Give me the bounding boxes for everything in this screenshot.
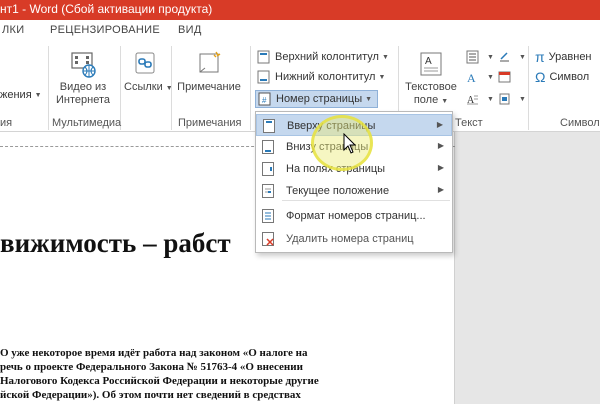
group-label-text: Текст xyxy=(455,117,483,129)
online-video-label-1: Видео из xyxy=(59,81,107,93)
chevron-down-icon: ▼ xyxy=(441,98,449,105)
quick-parts-icon xyxy=(466,50,479,64)
comment-icon xyxy=(199,51,221,73)
header-icon xyxy=(257,50,270,64)
comment-label: Примечание xyxy=(177,81,241,93)
textbox-label-2: поле xyxy=(413,94,439,106)
tab-view[interactable]: ВИД xyxy=(178,24,202,36)
chevron-down-icon: ▼ xyxy=(519,53,526,61)
links-label: Ссылки xyxy=(124,81,163,93)
page-top-icon xyxy=(263,119,275,133)
online-video-button[interactable]: Видео из Интернета xyxy=(52,50,114,107)
calendar-icon xyxy=(498,71,511,83)
ribbon-tabs: ЛКИ РЕЦЕНЗИРОВАНИЕ ВИД xyxy=(0,20,600,42)
symbol-label: Символ xyxy=(549,71,590,83)
page-margin-icon xyxy=(262,162,274,176)
group-label-symbols: Символ xyxy=(560,117,600,129)
chevron-down-icon: ▼ xyxy=(34,91,42,99)
signature-button[interactable]: ▼ xyxy=(498,48,526,66)
links-button[interactable]: Ссылки ▼ xyxy=(124,50,173,95)
group-divider xyxy=(48,46,49,130)
menu-item-format-page-numbers[interactable]: Формат номеров страниц... xyxy=(256,205,452,227)
mouse-pointer-icon xyxy=(343,133,357,154)
submenu-arrow-icon: ▶ xyxy=(437,141,444,150)
drop-cap-button[interactable]: A ▼ xyxy=(466,90,494,108)
body-line: йской Федерации»). Об этом почти нет све… xyxy=(0,389,301,401)
footer-label: Нижний колонтитул xyxy=(275,71,376,83)
date-time-button[interactable] xyxy=(498,68,516,86)
submenu-arrow-icon: ▶ xyxy=(437,185,444,194)
tab-links[interactable]: ЛКИ xyxy=(2,24,24,36)
wordart-icon: A xyxy=(467,71,476,84)
menu-item-remove-page-numbers[interactable]: Удалить номера страниц xyxy=(256,228,452,250)
textbox-label-1: Текстовое xyxy=(405,81,457,93)
cursor-highlight xyxy=(311,115,373,171)
delete-icon xyxy=(262,232,274,246)
document-body: О уже некоторое время идёт работа над за… xyxy=(0,346,455,402)
wordart-button[interactable]: A ▼ xyxy=(466,68,494,86)
link-icon xyxy=(135,52,155,74)
footer-button[interactable]: Нижний колонтитул ▼ xyxy=(257,68,385,86)
page-number-label: Номер страницы xyxy=(276,93,363,105)
tab-review[interactable]: РЕЦЕНЗИРОВАНИЕ xyxy=(50,24,160,36)
group-divider xyxy=(528,46,529,130)
document-heading: вижимость – рабст xyxy=(0,228,231,258)
submenu-arrow-icon: ▶ xyxy=(436,120,443,129)
object-icon xyxy=(499,93,510,105)
chevron-down-icon: ▼ xyxy=(365,95,373,103)
group-label-multimedia: Мультимедиа xyxy=(52,117,122,129)
signature-icon xyxy=(500,52,509,62)
menu-item-label: Формат номеров страниц... xyxy=(286,210,426,222)
omega-icon: Ω xyxy=(535,69,546,85)
chevron-down-icon: ▼ xyxy=(487,73,494,81)
format-icon xyxy=(262,209,274,223)
menu-item-label: Удалить номера страниц xyxy=(286,233,414,245)
page-bottom-icon xyxy=(262,140,274,154)
footer-icon xyxy=(257,70,270,84)
comment-button[interactable]: Примечание xyxy=(174,50,244,94)
object-button[interactable]: ▼ xyxy=(498,90,526,108)
chevron-down-icon: ▼ xyxy=(519,95,526,103)
header-label: Верхний колонтитул xyxy=(275,51,379,63)
partial-left-label: жения xyxy=(0,89,32,101)
quick-parts-button[interactable]: ▼ xyxy=(466,48,494,66)
window-title: нт1 - Word (Сбой активации продукта) xyxy=(0,2,213,16)
header-button[interactable]: Верхний колонтитул ▼ xyxy=(257,48,389,66)
body-line: Налогового Кодекса Российской Федерации … xyxy=(0,375,319,387)
pi-icon: π xyxy=(535,49,545,65)
group-divider xyxy=(171,46,172,130)
body-line: речь о проекте Федерального Закона № 517… xyxy=(0,361,303,373)
textbox-icon: A xyxy=(420,52,442,76)
video-icon xyxy=(71,52,96,78)
equation-label: Уравнен xyxy=(548,51,592,63)
symbol-button[interactable]: Ω Символ xyxy=(535,68,589,86)
chevron-down-icon: ▼ xyxy=(487,95,494,103)
equation-button[interactable]: π Уравнен xyxy=(535,48,592,66)
body-line: О уже некоторое время идёт работа над за… xyxy=(0,347,308,359)
svg-text:A: A xyxy=(467,71,476,84)
svg-text:#: # xyxy=(262,96,267,105)
menu-separator xyxy=(282,200,450,201)
page-number-button[interactable]: # Номер страницы ▼ xyxy=(255,90,379,108)
chevron-down-icon: ▼ xyxy=(378,73,386,81)
drop-cap-icon: A xyxy=(467,95,478,106)
current-position-icon xyxy=(262,184,274,198)
textbox-button[interactable]: A Текстовое поле ▼ xyxy=(402,50,460,108)
title-bar: нт1 - Word (Сбой активации продукта) xyxy=(0,0,600,20)
online-video-label-2: Интернета xyxy=(56,94,110,106)
page-number-icon: # xyxy=(258,92,271,106)
chevron-down-icon: ▼ xyxy=(487,53,494,61)
chevron-down-icon: ▼ xyxy=(381,53,389,61)
svg-text:A: A xyxy=(425,56,432,67)
group-label-comments: Примечания xyxy=(178,117,242,129)
menu-item-label: Текущее положение xyxy=(286,185,390,197)
group-divider xyxy=(250,46,251,130)
group-label-partial: ия xyxy=(0,117,13,129)
menu-item-current-position[interactable]: Текущее положение ▶ xyxy=(256,180,452,202)
submenu-arrow-icon: ▶ xyxy=(437,163,444,172)
partial-left-button[interactable]: жения ▼ xyxy=(0,86,42,104)
